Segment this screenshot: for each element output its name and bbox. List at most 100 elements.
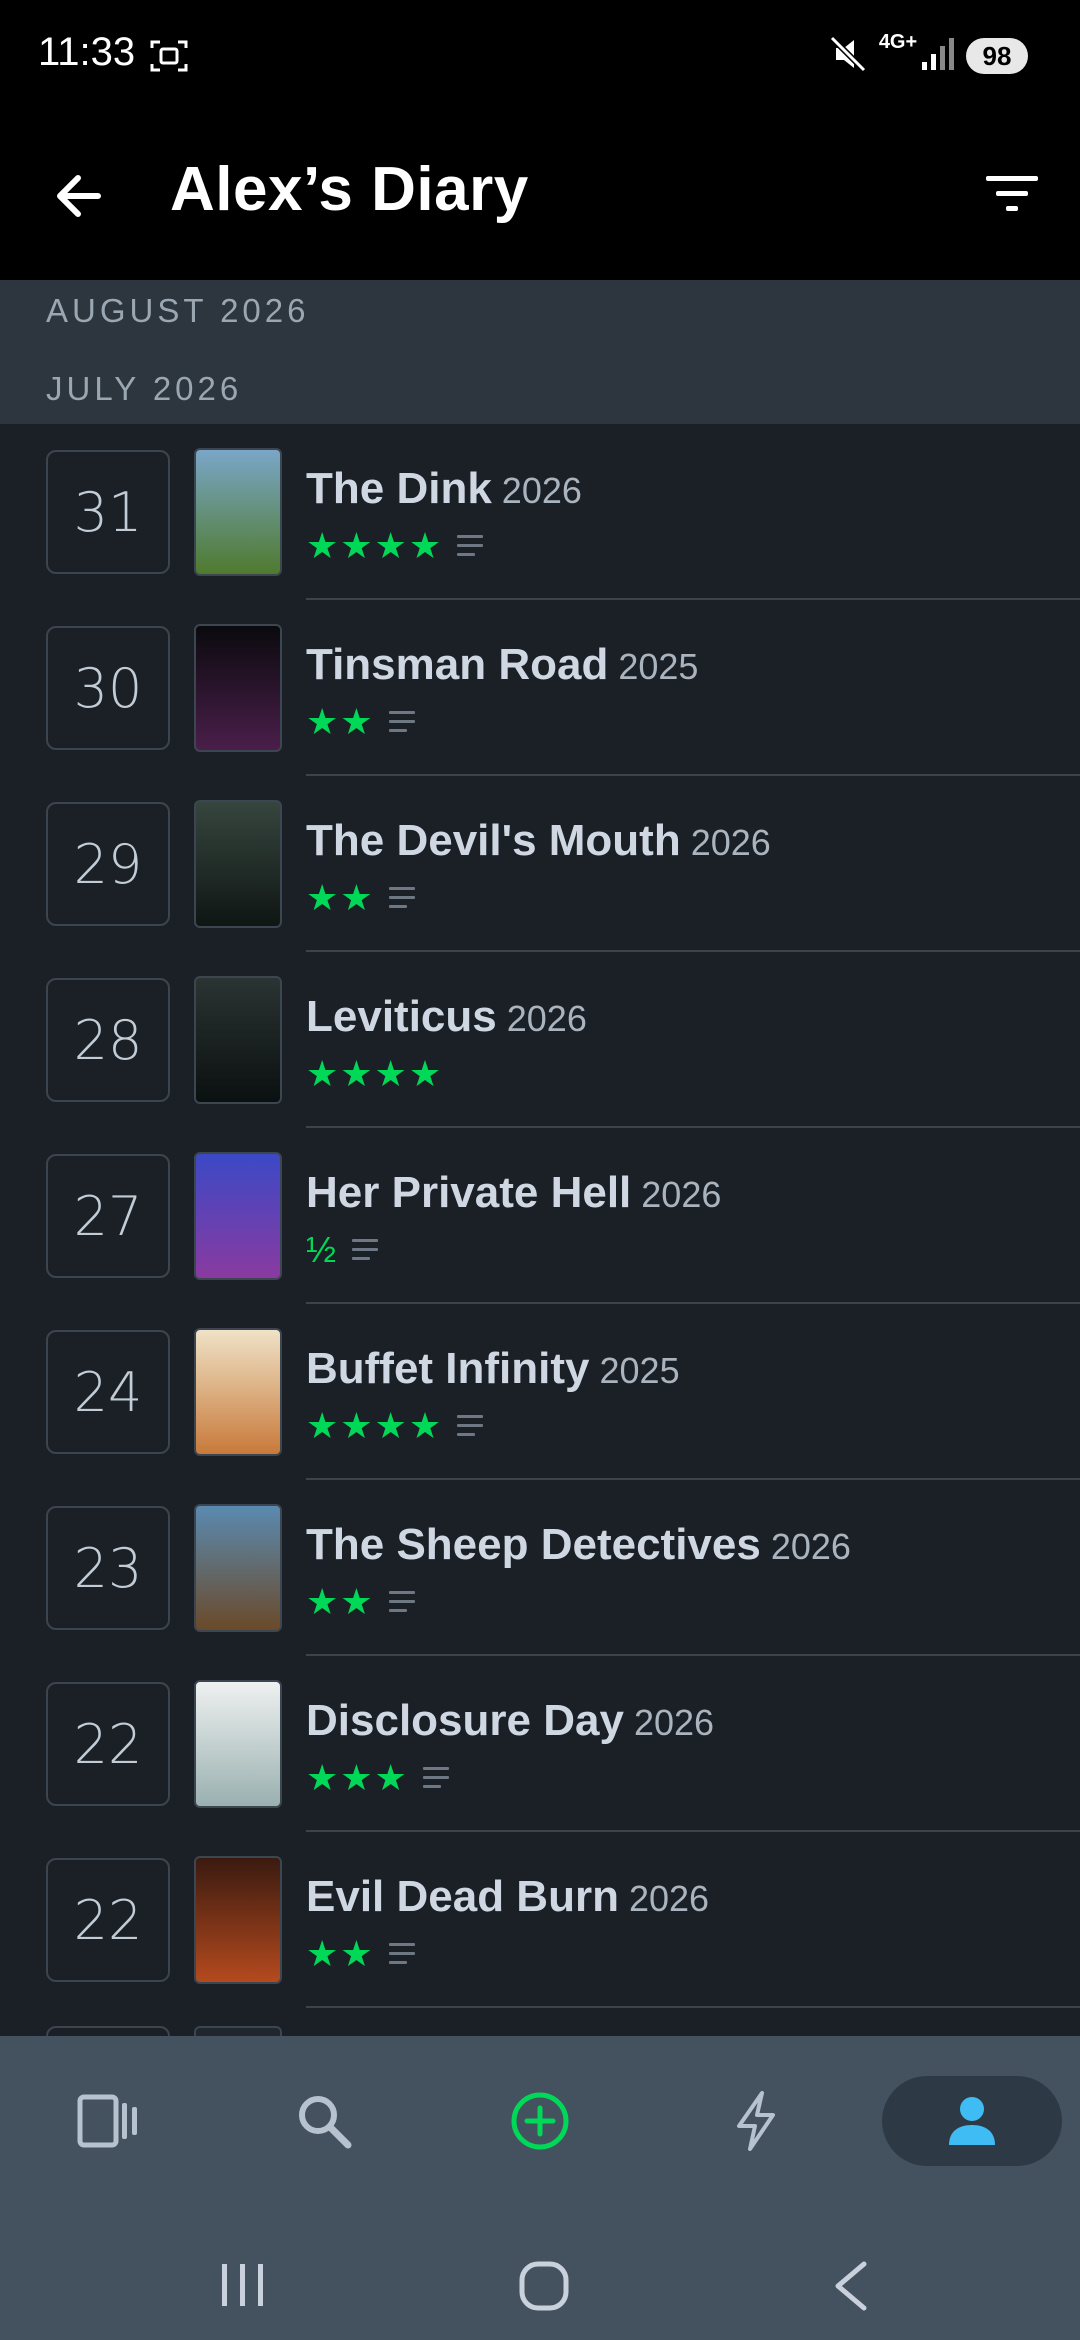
review-text-icon [352, 1239, 379, 1261]
entry-day: 29 [46, 802, 170, 926]
film-year: 2026 [641, 1174, 722, 1215]
diary-entry[interactable]: 23 The Sheep Detectives 2026 ★★ [0, 1480, 1080, 1656]
entry-day: 28 [46, 978, 170, 1102]
film-title: Buffet Infinity [306, 1344, 590, 1393]
film-title: The Devil's Mouth [306, 816, 681, 865]
star-rating: ★★★ [306, 1757, 409, 1798]
film-title-line: Her Private Hell 2026 [306, 1168, 721, 1218]
review-text-icon [457, 535, 484, 557]
review-text-icon [388, 711, 415, 733]
entry-day: 22 [46, 1858, 170, 1982]
film-poster[interactable] [194, 800, 282, 928]
nav-add[interactable] [480, 2076, 600, 2166]
bottom-nav [0, 2036, 1080, 2230]
film-poster[interactable] [194, 1328, 282, 1456]
film-title-line: The Dink 2026 [306, 464, 582, 514]
film-year: 2025 [599, 1350, 680, 1391]
film-title: The Dink [306, 464, 492, 513]
film-year: 2026 [506, 998, 587, 1039]
review-text-icon [388, 887, 415, 909]
profile-icon [949, 2097, 995, 2145]
entry-day: 23 [46, 1506, 170, 1630]
film-title-line: Disclosure Day 2026 [306, 1696, 714, 1746]
film-title-line: The Devil's Mouth 2026 [306, 816, 771, 866]
star-rating: ★★ [306, 701, 375, 742]
film-poster[interactable] [194, 1856, 282, 1984]
film-title: Tinsman Road [306, 640, 609, 689]
film-year: 2025 [618, 646, 699, 687]
nav-search[interactable] [264, 2076, 384, 2166]
entry-day: 22 [46, 1682, 170, 1806]
month-header-august[interactable]: AUGUST 2026 [0, 280, 1080, 348]
rating-row: ★★★ [306, 1760, 449, 1796]
diary-entry[interactable]: 29 The Devil's Mouth 2026 ★★ [0, 776, 1080, 952]
mute-icon [829, 35, 867, 73]
status-time: 11:33 [38, 30, 136, 74]
film-title: Her Private Hell [306, 1168, 632, 1217]
filter-icon[interactable] [984, 170, 1040, 218]
film-year: 2026 [770, 1526, 851, 1567]
rating-row: ★★ [306, 704, 415, 740]
star-rating: ★★ [306, 877, 375, 918]
search-icon [299, 2096, 352, 2149]
rating-row: ★★ [306, 880, 415, 916]
nav-films[interactable] [48, 2076, 168, 2166]
diary-entry[interactable]: 22 Disclosure Day 2026 ★★★ [0, 1656, 1080, 1832]
review-text-icon [388, 1943, 415, 1965]
system-nav-bar [0, 2230, 1080, 2340]
review-text-icon [422, 1767, 449, 1789]
entry-day: 31 [46, 450, 170, 574]
film-poster[interactable] [194, 1680, 282, 1808]
status-bar: 11:33 4G+ 98 [0, 0, 1080, 112]
star-rating: ★★★★ [306, 1053, 444, 1094]
rating-row: ★★★★ [306, 1056, 443, 1092]
film-title: The Sheep Detectives [306, 1520, 761, 1569]
system-back-icon[interactable] [830, 2260, 870, 2312]
review-text-icon [457, 1415, 484, 1437]
diary-entry[interactable]: 30 Tinsman Road 2025 ★★ [0, 600, 1080, 776]
page-title: Alex’s Diary [170, 155, 529, 224]
star-rating: ★★★★ [306, 1405, 444, 1446]
rating-row: ★★★★ [306, 1405, 484, 1446]
film-title-line: The Sheep Detectives 2026 [306, 1520, 851, 1570]
diary-entry[interactable]: 28 Leviticus 2026 ★★★★ [0, 952, 1080, 1128]
home-icon[interactable] [518, 2260, 570, 2312]
rating-row: ★★★★ [306, 525, 484, 566]
film-year: 2026 [690, 822, 771, 863]
screenshot-icon [150, 40, 188, 72]
diary-entry[interactable]: 27 Her Private Hell 2026 ½ [0, 1128, 1080, 1304]
signal-icon [922, 38, 954, 70]
film-year: 2026 [633, 1702, 715, 1743]
entry-day: 24 [46, 1330, 170, 1454]
back-arrow-icon[interactable] [50, 166, 110, 226]
film-title: Evil Dead Burn [306, 1872, 619, 1921]
nav-activity[interactable] [696, 2076, 816, 2166]
entry-day: 30 [46, 626, 170, 750]
film-poster[interactable] [194, 448, 282, 576]
film-poster[interactable] [194, 976, 282, 1104]
activity-icon [737, 2091, 775, 2151]
diary-entry[interactable]: 22 Evil Dead Burn 2026 ★★ [0, 1832, 1080, 2008]
rating-row: ½ [306, 1229, 379, 1270]
app-header: Alex’s Diary [0, 112, 1080, 280]
nav-profile[interactable] [882, 2076, 1062, 2166]
month-header-july[interactable]: JULY 2026 [0, 348, 1080, 424]
add-icon [511, 2092, 569, 2150]
film-poster[interactable] [194, 624, 282, 752]
star-rating: ★★★★ [306, 525, 444, 566]
star-rating: ★★ [306, 1581, 375, 1622]
diary-list: 31 The Dink 2026 ★★★★ 30 Tinsman Road 2025 ★★ 29… [0, 424, 1080, 2154]
film-title-line: Buffet Infinity 2025 [306, 1344, 680, 1394]
film-title-line: Tinsman Road 2025 [306, 640, 698, 690]
recent-apps-icon[interactable] [218, 2262, 268, 2308]
film-poster[interactable] [194, 1504, 282, 1632]
diary-entry[interactable]: 31 The Dink 2026 ★★★★ [0, 424, 1080, 600]
star-rating: ★★ [306, 1933, 375, 1974]
star-rating: ½ [306, 1229, 339, 1270]
film-year: 2026 [501, 470, 582, 511]
film-title-line: Evil Dead Burn 2026 [306, 1872, 709, 1922]
battery-level: 98 [966, 38, 1028, 74]
film-poster[interactable] [194, 1152, 282, 1280]
diary-entry[interactable]: 24 Buffet Infinity 2025 ★★★★ [0, 1304, 1080, 1480]
films-icon [77, 2094, 137, 2148]
